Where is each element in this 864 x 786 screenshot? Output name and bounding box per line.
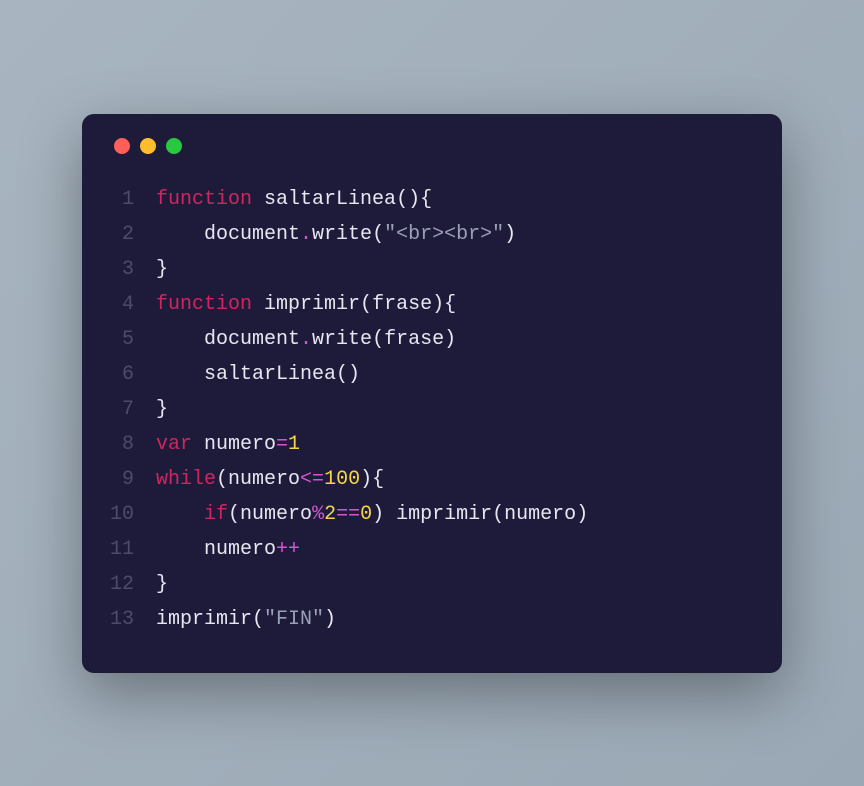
code-token: 1 <box>288 433 300 456</box>
line-number: 4 <box>110 287 156 322</box>
line-number: 7 <box>110 392 156 427</box>
line-number: 11 <box>110 532 156 567</box>
code-token: <= <box>300 468 324 491</box>
code-token: % <box>312 503 324 526</box>
code-token: numero <box>228 468 300 491</box>
code-token: ) <box>576 503 588 526</box>
line-content: document.write("<br><br>") <box>156 217 516 252</box>
code-token: function <box>156 188 264 211</box>
line-number: 2 <box>110 217 156 252</box>
code-token: ( <box>492 503 504 526</box>
code-token: 0 <box>360 503 372 526</box>
code-token: ( <box>372 328 384 351</box>
code-line: 3} <box>110 252 754 287</box>
code-token: frase <box>384 328 444 351</box>
code-line: 4function imprimir(frase){ <box>110 287 754 322</box>
line-content: } <box>156 567 168 602</box>
line-content: function saltarLinea(){ <box>156 182 432 217</box>
code-token: } <box>156 398 168 421</box>
code-token: ++ <box>276 538 300 561</box>
code-token: imprimir <box>264 293 360 316</box>
code-token: } <box>156 258 168 281</box>
line-number: 13 <box>110 602 156 637</box>
code-token: numero <box>204 433 276 456</box>
line-content: function imprimir(frase){ <box>156 287 456 322</box>
line-number: 5 <box>110 322 156 357</box>
code-token: document <box>204 328 300 351</box>
code-line: 8var numero=1 <box>110 427 754 462</box>
code-line: 12} <box>110 567 754 602</box>
code-token: frase <box>372 293 432 316</box>
code-block: 1function saltarLinea(){2 document.write… <box>110 182 754 637</box>
code-token: while <box>156 468 216 491</box>
code-token: 2 <box>324 503 336 526</box>
code-token: ( <box>252 608 264 631</box>
code-token: numero <box>204 538 276 561</box>
code-token: ( <box>372 223 384 246</box>
code-token: ( <box>228 503 240 526</box>
line-number: 3 <box>110 252 156 287</box>
code-token: saltarLinea <box>264 188 396 211</box>
line-content: if(numero%2==0) imprimir(numero) <box>156 497 588 532</box>
line-content: while(numero<=100){ <box>156 462 384 497</box>
line-number: 12 <box>110 567 156 602</box>
code-line: 2 document.write("<br><br>") <box>110 217 754 252</box>
code-token: saltarLinea <box>204 363 336 386</box>
line-content: numero++ <box>156 532 300 567</box>
code-token: write <box>312 223 372 246</box>
code-token: ){ <box>432 293 456 316</box>
code-line: 11 numero++ <box>110 532 754 567</box>
window-titlebar <box>110 138 754 154</box>
code-token: "<br><br>" <box>384 223 504 246</box>
line-content: imprimir("FIN") <box>156 602 336 637</box>
code-token: ( <box>360 293 372 316</box>
code-token: (){ <box>396 188 432 211</box>
code-token: () <box>336 363 360 386</box>
line-number: 9 <box>110 462 156 497</box>
line-number: 6 <box>110 357 156 392</box>
line-content: } <box>156 392 168 427</box>
code-token: . <box>300 223 312 246</box>
code-token: write <box>312 328 372 351</box>
minimize-icon[interactable] <box>140 138 156 154</box>
code-line: 13imprimir("FIN") <box>110 602 754 637</box>
code-line: 6 saltarLinea() <box>110 357 754 392</box>
code-token: 100 <box>324 468 360 491</box>
code-token: "FIN" <box>264 608 324 631</box>
code-token: document <box>204 223 300 246</box>
code-window: 1function saltarLinea(){2 document.write… <box>82 114 782 673</box>
line-number: 10 <box>110 497 156 532</box>
code-line: 9while(numero<=100){ <box>110 462 754 497</box>
code-line: 5 document.write(frase) <box>110 322 754 357</box>
code-line: 1function saltarLinea(){ <box>110 182 754 217</box>
code-token: numero <box>240 503 312 526</box>
line-content: var numero=1 <box>156 427 300 462</box>
line-number: 1 <box>110 182 156 217</box>
code-token: ) <box>372 503 396 526</box>
line-content: saltarLinea() <box>156 357 360 392</box>
code-token: imprimir <box>156 608 252 631</box>
code-token: . <box>300 328 312 351</box>
code-line: 7} <box>110 392 754 427</box>
code-token: imprimir <box>396 503 492 526</box>
code-token: ) <box>504 223 516 246</box>
code-token: var <box>156 433 204 456</box>
code-token: function <box>156 293 264 316</box>
maximize-icon[interactable] <box>166 138 182 154</box>
line-content: document.write(frase) <box>156 322 456 357</box>
code-token: ) <box>444 328 456 351</box>
code-token: == <box>336 503 360 526</box>
close-icon[interactable] <box>114 138 130 154</box>
code-token: ( <box>216 468 228 491</box>
code-token: } <box>156 573 168 596</box>
line-content: } <box>156 252 168 287</box>
line-number: 8 <box>110 427 156 462</box>
code-token: = <box>276 433 288 456</box>
code-token: ){ <box>360 468 384 491</box>
code-token: if <box>204 503 228 526</box>
code-line: 10 if(numero%2==0) imprimir(numero) <box>110 497 754 532</box>
code-token: ) <box>324 608 336 631</box>
code-token: numero <box>504 503 576 526</box>
